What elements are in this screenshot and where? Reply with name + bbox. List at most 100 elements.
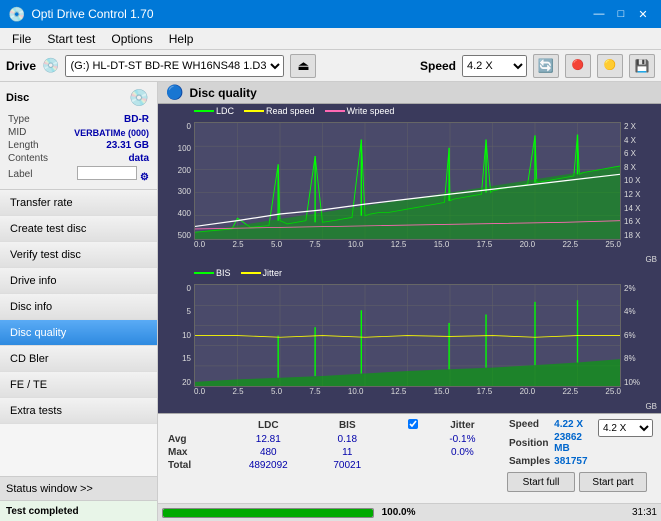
length-label: Length — [8, 140, 60, 151]
speed-select-stats[interactable]: 4.2 X — [598, 419, 653, 437]
sidebar-nav: Transfer rate Create test disc Verify te… — [0, 190, 157, 424]
app-icon: 💿 — [8, 6, 25, 23]
drive-icon: 💿 — [42, 57, 59, 74]
legend-bis: BIS — [194, 268, 231, 278]
status-window-label: Status window >> — [6, 483, 93, 495]
menu-file[interactable]: File — [4, 30, 39, 48]
sidebar-item-cd-bler[interactable]: CD Bler — [0, 346, 157, 372]
chart1-x-unit: GB — [645, 255, 657, 264]
chart1-container: LDC Read speed Write speed 5004003002001… — [158, 104, 661, 266]
minimize-button[interactable]: — — [589, 4, 609, 24]
chart1-y-labels-right: 18 X16 X14 X12 X10 X8 X6 X4 X2 X — [621, 122, 661, 240]
col-jitter-checkbox-header — [395, 418, 429, 433]
save-button[interactable]: 💾 — [629, 54, 655, 78]
speed-key: Speed — [507, 418, 552, 431]
content-icon: 🔵 — [166, 84, 183, 101]
legend-write-speed: Write speed — [325, 106, 395, 116]
stats-row-max: Max 480 11 0.0% — [164, 446, 495, 459]
status-window-button[interactable]: Status window >> — [0, 477, 157, 501]
chart2-inner — [194, 284, 621, 387]
sidebar-label-drive-info: Drive info — [10, 275, 56, 287]
drivebar: Drive 💿 (G:) HL-DT-ST BD-RE WH16NS48 1.D… — [0, 50, 661, 82]
sidebar-label-disc-quality: Disc quality — [10, 327, 66, 339]
label-icon[interactable]: ⚙ — [140, 172, 149, 183]
disc-icon[interactable]: 💿 — [127, 86, 151, 110]
chart1-x-labels: 0.02.55.07.510.012.515.017.520.022.525.0 — [194, 240, 621, 264]
sidebar-item-transfer-rate[interactable]: Transfer rate — [0, 190, 157, 216]
content-area: 🔵 Disc quality LDC Read speed — [158, 82, 661, 521]
panel-title: Disc quality — [189, 86, 256, 100]
legend-jitter-label: Jitter — [263, 268, 283, 278]
menu-start-test[interactable]: Start test — [39, 30, 103, 48]
maximize-button[interactable]: □ — [611, 4, 631, 24]
sidebar-item-create-test-disc[interactable]: Create test disc — [0, 216, 157, 242]
progress-area: 100.0% 31:31 — [158, 503, 661, 521]
mid-value: VERBATIMe (000) — [62, 127, 149, 138]
menu-help[interactable]: Help — [161, 30, 202, 48]
avg-jitter: -0.1% — [430, 433, 495, 446]
sidebar-item-drive-info[interactable]: Drive info — [0, 268, 157, 294]
sidebar-item-verify-test-disc[interactable]: Verify test disc — [0, 242, 157, 268]
sidebar-label-disc-info: Disc info — [10, 301, 52, 313]
contents-label: Contents — [8, 153, 60, 164]
stats-area: LDC BIS Jitter Avg 12.81 — [158, 413, 661, 503]
total-jitter — [430, 459, 495, 472]
window-controls: — □ ✕ — [589, 4, 653, 24]
progress-bar-outer — [162, 508, 374, 518]
avg-label: Avg — [164, 433, 223, 446]
total-bis: 70021 — [313, 459, 381, 472]
stats-row-total: Total 4892092 70021 — [164, 459, 495, 472]
speed-label: Speed — [420, 59, 456, 73]
charts-area: LDC Read speed Write speed 5004003002001… — [158, 104, 661, 413]
start-part-button[interactable]: Start part — [579, 472, 647, 492]
legend-bis-label: BIS — [216, 268, 231, 278]
test-completed-label: Test completed — [6, 506, 79, 517]
action-buttons: Start full Start part — [507, 472, 655, 492]
drive-select[interactable]: (G:) HL-DT-ST BD-RE WH16NS48 1.D3 — [65, 55, 284, 77]
chart1-inner — [194, 122, 621, 240]
legend-write-speed-label: Write speed — [347, 106, 395, 116]
color-button2[interactable]: 🟡 — [597, 54, 623, 78]
mid-label: MID — [8, 127, 60, 138]
sidebar-item-disc-quality[interactable]: Disc quality — [0, 320, 157, 346]
stats-row-avg: Avg 12.81 0.18 -0.1% — [164, 433, 495, 446]
col-jitter-header: Jitter — [430, 418, 495, 433]
col-bis-header: BIS — [313, 418, 381, 433]
speed-position-table: Speed 4.22 X 4.2 X Position 23862 MB — [507, 418, 655, 468]
max-bis: 11 — [313, 446, 381, 459]
sidebar-label-cd-bler: CD Bler — [10, 353, 49, 365]
chart2-y-labels-right: 10%8%6%4%2% — [621, 284, 661, 387]
sidebar-status: Status window >> Test completed — [0, 476, 157, 521]
total-label: Total — [164, 459, 223, 472]
close-button[interactable]: ✕ — [633, 4, 653, 24]
legend-read-speed-label: Read speed — [266, 106, 315, 116]
disc-panel-title: Disc — [6, 92, 29, 104]
col-ldc-header: LDC — [223, 418, 313, 433]
chart2-x-unit: GB — [645, 402, 657, 411]
speed-select[interactable]: 4.2 X — [462, 55, 527, 77]
start-full-button[interactable]: Start full — [507, 472, 575, 492]
titlebar: 💿 Opti Drive Control 1.70 — □ ✕ — [0, 0, 661, 28]
progress-percent: 100.0% — [380, 507, 416, 518]
refresh-button[interactable]: 🔄 — [533, 54, 559, 78]
chart2-x-labels: 0.02.55.07.510.012.515.017.520.022.525.0 — [194, 387, 621, 411]
menubar: File Start test Options Help — [0, 28, 661, 50]
sidebar-item-disc-info[interactable]: Disc info — [0, 294, 157, 320]
chart2-y-labels: 20151050 — [158, 284, 194, 387]
stats-right: Speed 4.22 X 4.2 X Position 23862 MB — [501, 414, 661, 503]
sidebar-label-fe-te: FE / TE — [10, 379, 47, 391]
color-button1[interactable]: 🔴 — [565, 54, 591, 78]
sidebar: Disc 💿 Type BD-R MID VERBATIMe (000) Len… — [0, 82, 158, 521]
menu-options[interactable]: Options — [103, 30, 160, 48]
legend-jitter: Jitter — [241, 268, 283, 278]
position-value: 23862 MB — [552, 431, 594, 455]
drive-label: Drive — [6, 59, 36, 73]
content-header: 🔵 Disc quality — [158, 82, 661, 104]
eject-button[interactable]: ⏏ — [290, 54, 316, 78]
progress-time: 31:31 — [625, 507, 657, 518]
jitter-checkbox[interactable] — [408, 419, 418, 429]
chart2-container: BIS Jitter 20151050 10%8%6%4%2% — [158, 266, 661, 413]
sidebar-item-extra-tests[interactable]: Extra tests — [0, 398, 157, 424]
sidebar-item-fe-te[interactable]: FE / TE — [0, 372, 157, 398]
max-label: Max — [164, 446, 223, 459]
